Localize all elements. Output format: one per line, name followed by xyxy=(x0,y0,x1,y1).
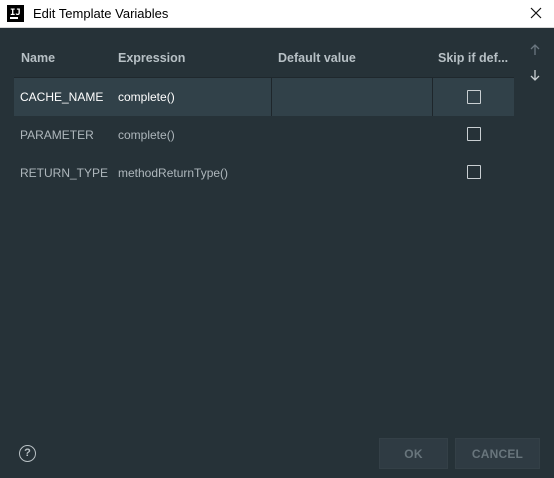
close-icon xyxy=(530,7,542,19)
title-bar: IJ Edit Template Variables xyxy=(0,0,554,28)
help-button[interactable]: ? xyxy=(19,445,36,462)
table-row[interactable]: RETURN_TYPE methodReturnType() xyxy=(14,154,514,192)
cell-name[interactable]: PARAMETER xyxy=(20,128,94,142)
cell-name[interactable]: RETURN_TYPE xyxy=(20,166,108,180)
table-header: Name Expression Default value Skip if de… xyxy=(14,44,514,78)
edit-template-variables-dialog: IJ Edit Template Variables Name Expressi… xyxy=(0,0,554,478)
cell-expression[interactable]: complete() xyxy=(118,128,175,142)
question-circle-icon: ? xyxy=(24,447,31,459)
intellij-app-icon: IJ xyxy=(7,5,24,22)
table-row[interactable]: PARAMETER complete() xyxy=(14,116,514,154)
column-header-expression[interactable]: Expression xyxy=(118,51,185,65)
table-row[interactable]: CACHE_NAME complete() xyxy=(14,78,514,116)
app-icon-underline xyxy=(10,17,18,19)
cell-name[interactable]: CACHE_NAME xyxy=(20,90,103,104)
arrow-up-icon xyxy=(530,44,540,55)
move-up-button[interactable] xyxy=(528,43,542,57)
window-title: Edit Template Variables xyxy=(33,6,169,21)
column-header-skip-if-defined[interactable]: Skip if def... xyxy=(438,51,508,65)
cell-expression[interactable]: complete() xyxy=(118,90,175,104)
cancel-button[interactable]: CANCEL xyxy=(455,438,540,469)
move-down-button[interactable] xyxy=(528,68,542,82)
ok-button[interactable]: OK xyxy=(379,438,448,469)
close-button[interactable] xyxy=(522,2,550,24)
column-header-default-value[interactable]: Default value xyxy=(278,51,356,65)
column-header-name[interactable]: Name xyxy=(21,51,55,65)
skip-if-defined-checkbox[interactable] xyxy=(467,127,481,141)
cell-expression[interactable]: methodReturnType() xyxy=(118,166,228,180)
arrow-down-icon xyxy=(530,70,540,81)
cell-default-value[interactable] xyxy=(271,78,432,116)
skip-if-defined-checkbox[interactable] xyxy=(467,90,481,104)
skip-if-defined-checkbox[interactable] xyxy=(467,165,481,179)
